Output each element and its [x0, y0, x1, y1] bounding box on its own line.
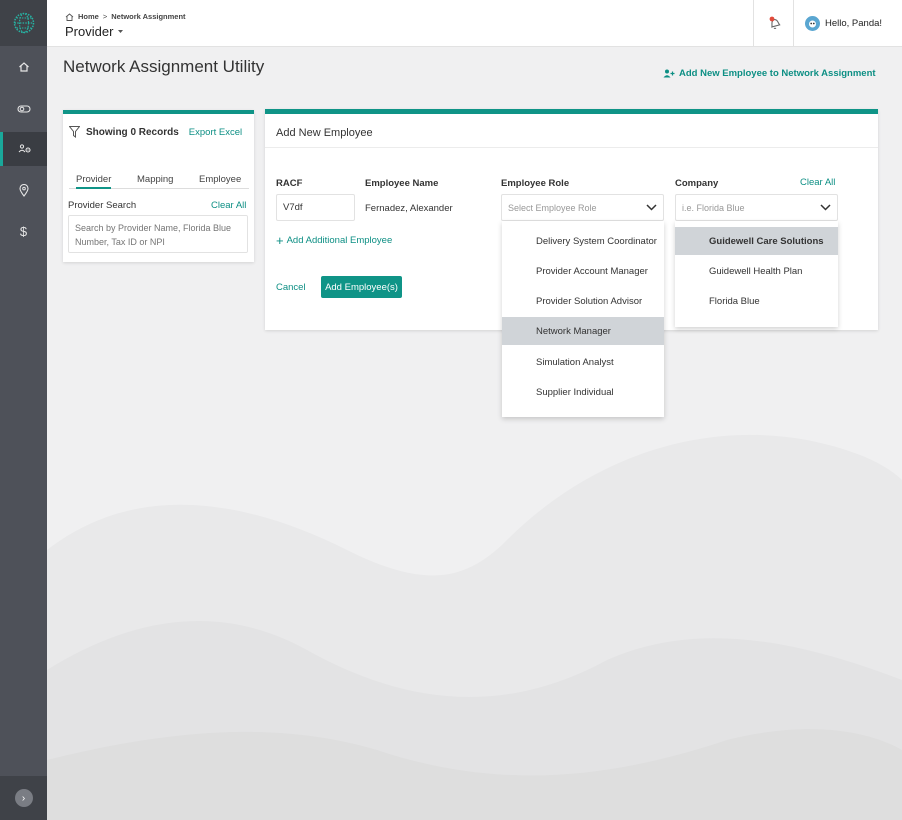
employee-role-placeholder: Select Employee Role [508, 202, 597, 213]
page-title: Network Assignment Utility [63, 57, 265, 76]
card-title: Add New Employee [276, 127, 373, 139]
app-switcher-label: Provider [65, 24, 114, 39]
company-option[interactable]: Florida Blue [675, 287, 838, 315]
employee-role-dropdown: Delivery System Coordinator Provider Acc… [502, 221, 664, 417]
role-option[interactable]: Supplier Individual [502, 378, 664, 406]
home-icon [18, 62, 29, 72]
add-additional-employee-link[interactable]: + Add Additional Employee [276, 232, 393, 248]
provider-search-label: Provider Search [68, 200, 137, 211]
add-additional-label: Add Additional Employee [286, 235, 393, 246]
role-option[interactable]: Provider Account Manager [502, 257, 664, 285]
card-divider [265, 147, 878, 148]
employee-role-label: Employee Role [501, 178, 570, 189]
sidebar-footer: › [0, 776, 47, 820]
sidebar: $ › [0, 0, 47, 820]
users-gear-icon [18, 144, 31, 153]
company-option[interactable]: Guidewell Health Plan [675, 257, 838, 285]
employee-role-select[interactable]: Select Employee Role [501, 194, 664, 221]
company-dropdown: Guidewell Care Solutions Guidewell Healt… [675, 221, 838, 327]
header-divider [753, 0, 754, 47]
company-placeholder: i.e. Florida Blue [682, 202, 745, 213]
tab-mapping[interactable]: Mapping [137, 174, 173, 185]
clear-all-link[interactable]: Clear All [211, 200, 246, 211]
avatar [805, 16, 820, 31]
search-tabs: Provider Mapping Employee [69, 169, 249, 189]
records-count: Showing 0 Records [86, 126, 179, 138]
employee-name-value: Fernadez, Alexander [365, 203, 453, 214]
company-option-selected[interactable]: Guidewell Care Solutions [675, 227, 838, 255]
cancel-link[interactable]: Cancel [276, 282, 306, 293]
breadcrumb: Home > Network Assignment [65, 12, 186, 21]
top-header: Home > Network Assignment Provider Hello… [47, 0, 902, 47]
location-pin-icon [18, 183, 29, 197]
toggle-icon [16, 105, 31, 113]
provider-search-panel: Showing 0 Records Export Excel Provider … [63, 110, 254, 262]
clear-all-link[interactable]: Clear All [800, 177, 835, 188]
sidebar-item-home[interactable] [0, 50, 47, 84]
filter-icon[interactable] [69, 126, 80, 138]
provider-search-input[interactable] [68, 215, 248, 253]
background-waves [47, 434, 902, 820]
plus-icon: + [276, 232, 284, 248]
company-label: Company [675, 178, 719, 189]
sidebar-item-location[interactable] [0, 173, 47, 207]
user-menu[interactable]: Hello, Panda! [805, 16, 882, 31]
dollar-icon[interactable]: $ [0, 214, 47, 248]
sidebar-item-network-assignment[interactable] [0, 132, 47, 166]
breadcrumb-home[interactable]: Home [78, 12, 99, 21]
chevron-down-icon [646, 204, 657, 211]
export-excel-link[interactable]: Export Excel [189, 127, 242, 138]
racf-label: RACF [276, 178, 303, 189]
globe-logo-icon[interactable] [0, 0, 47, 46]
add-user-icon [663, 69, 675, 78]
home-icon [65, 12, 74, 21]
racf-input[interactable] [276, 194, 355, 221]
role-option-selected[interactable]: Network Manager [502, 317, 664, 345]
chevron-down-icon [820, 204, 831, 211]
employee-name-label: Employee Name [365, 178, 439, 189]
expand-sidebar-chevron-icon[interactable]: › [14, 789, 33, 807]
tab-provider[interactable]: Provider [76, 174, 112, 189]
add-employees-button[interactable]: Add Employee(s) [321, 276, 402, 298]
sidebar-item-toggle[interactable] [0, 92, 47, 126]
role-option[interactable]: Provider Solution Advisor [502, 287, 664, 315]
notification-bell-icon[interactable] [767, 15, 783, 31]
tab-employee[interactable]: Employee [199, 174, 241, 185]
role-option[interactable]: Simulation Analyst [502, 348, 664, 376]
header-divider [793, 0, 794, 47]
role-option[interactable]: Delivery System Coordinator [502, 227, 664, 255]
caret-down-icon [118, 30, 124, 33]
greeting: Hello, Panda! [825, 18, 883, 29]
add-new-employee-link[interactable]: Add New Employee to Network Assignment [663, 68, 876, 79]
company-select[interactable]: i.e. Florida Blue [675, 194, 838, 221]
add-new-employee-label: Add New Employee to Network Assignment [679, 68, 876, 79]
app-switcher[interactable]: Provider [65, 24, 124, 39]
records-header: Showing 0 Records Export Excel [69, 126, 242, 138]
breadcrumb-current: Network Assignment [111, 12, 186, 21]
breadcrumb-separator: > [102, 12, 108, 21]
